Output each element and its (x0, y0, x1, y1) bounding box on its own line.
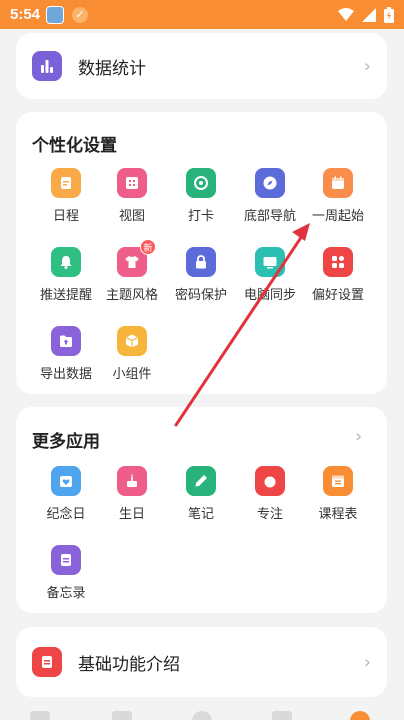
annotation-arrow (174, 223, 310, 427)
